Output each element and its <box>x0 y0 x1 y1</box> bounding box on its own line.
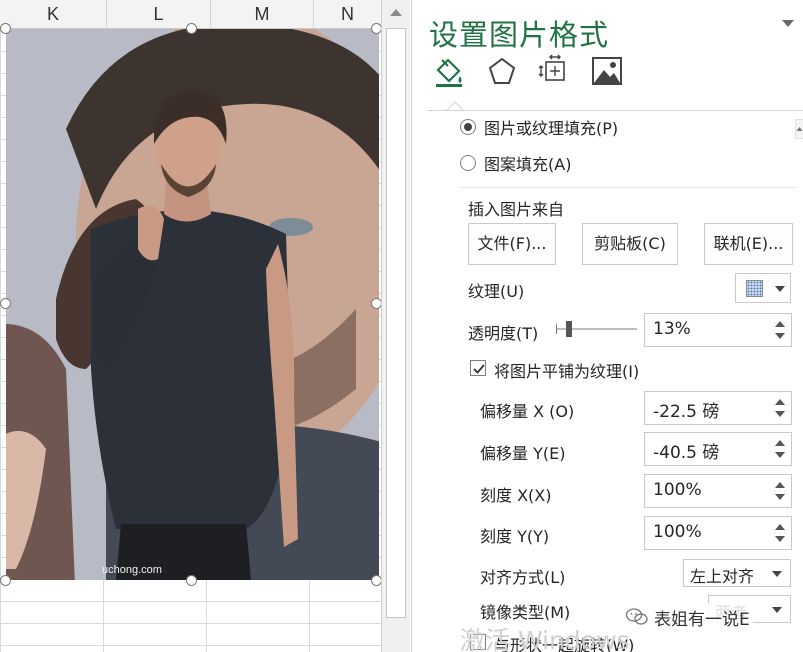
offset-y-label: 偏移量 Y(E) <box>480 444 566 463</box>
image-source-caption: uchong.com <box>102 564 162 576</box>
insert-picture-from-label: 插入图片来自 <box>468 200 565 219</box>
picture-icon[interactable] <box>590 54 624 88</box>
offset-x-spinner[interactable]: -22.5 磅 <box>644 391 792 425</box>
mirror-type-label: 镜像类型(M) <box>480 603 571 622</box>
excel-window: K L M N uchong.com 设置图片格式 图片或纹理填充(P) 图案填… <box>0 0 803 652</box>
alignment-select[interactable]: 左上对齐 <box>683 559 791 587</box>
alignment-label: 对齐方式(L) <box>480 568 566 587</box>
picture-texture-fill-label: 图片或纹理填充(P) <box>484 119 619 138</box>
worksheet: K L M N uchong.com <box>0 0 381 652</box>
offset-x-value[interactable]: -22.5 磅 <box>653 397 719 422</box>
column-header-m[interactable]: M <box>211 0 314 29</box>
tab-divider <box>427 110 803 111</box>
offset-x-label: 偏移量 X (O) <box>480 402 575 421</box>
spin-up-icon[interactable] <box>775 399 785 405</box>
pattern-fill-option[interactable]: 图案填充(A) <box>460 151 571 175</box>
resize-handle-top-right[interactable] <box>371 23 381 34</box>
texture-label: 纹理(U) <box>468 282 525 301</box>
transparency-slider-handle[interactable] <box>566 321 572 337</box>
pane-title: 设置图片格式 <box>429 18 610 52</box>
scale-y-value[interactable]: 100% <box>653 522 702 542</box>
clipboard-button[interactable]: 剪贴板(C) <box>582 223 678 265</box>
resize-handle-top-left[interactable] <box>0 23 11 34</box>
spin-up-icon[interactable] <box>775 440 785 446</box>
transparency-value[interactable]: 13% <box>653 319 691 339</box>
resize-handle-bottom-left[interactable] <box>0 575 11 586</box>
section-divider <box>460 187 796 188</box>
online-button[interactable]: 联机(E)... <box>704 223 793 265</box>
spin-down-icon[interactable] <box>775 494 785 500</box>
checkmark-icon <box>473 364 485 374</box>
texture-picker-button[interactable] <box>735 273 791 303</box>
scale-x-value[interactable]: 100% <box>653 480 702 500</box>
scale-x-spinner[interactable]: 100% <box>644 474 792 508</box>
size-properties-icon[interactable] <box>538 54 572 88</box>
resize-handle-right[interactable] <box>371 298 381 309</box>
file-button[interactable]: 文件(F)... <box>468 223 556 265</box>
effects-pentagon-icon[interactable] <box>485 54 519 88</box>
spin-down-icon[interactable] <box>775 452 785 458</box>
radio-selected[interactable] <box>460 119 476 135</box>
brand-text: 表姐有一说E <box>654 609 750 630</box>
pattern-fill-label: 图案填充(A) <box>484 155 572 174</box>
resize-handle-top[interactable] <box>186 23 197 34</box>
scale-y-spinner[interactable]: 100% <box>644 516 792 550</box>
column-header-k[interactable]: K <box>0 0 107 29</box>
texture-swatch-icon <box>746 280 763 297</box>
resize-handle-bottom-right[interactable] <box>371 575 381 586</box>
sheet-vertical-scrollbar[interactable] <box>381 0 410 652</box>
chat-bubble-icon <box>626 608 648 625</box>
picture-texture-fill-option[interactable]: 图片或纹理填充(P) <box>460 115 618 139</box>
chevron-down-icon <box>775 286 785 292</box>
scrollbar-thumb[interactable] <box>386 28 406 618</box>
offset-y-spinner[interactable]: -40.5 磅 <box>644 432 792 466</box>
radio-unselected[interactable] <box>460 155 476 171</box>
pane-scroll-up-icon[interactable] <box>794 118 803 140</box>
fill-line-icon[interactable] <box>432 54 466 88</box>
resize-handle-bottom[interactable] <box>186 575 197 586</box>
pane-options-dropdown-icon[interactable] <box>782 20 794 27</box>
scroll-up-arrow-icon[interactable] <box>390 9 402 16</box>
spin-down-icon[interactable] <box>775 536 785 542</box>
scale-x-label: 刻度 X(X) <box>480 486 552 505</box>
offset-y-value[interactable]: -40.5 磅 <box>653 438 719 463</box>
inserted-picture[interactable]: uchong.com <box>6 29 379 580</box>
spin-up-icon[interactable] <box>775 321 785 327</box>
transparency-spinner[interactable]: 13% <box>644 313 792 347</box>
chevron-down-icon <box>772 571 782 577</box>
tile-as-texture-checkbox[interactable] <box>470 360 486 376</box>
scale-y-label: 刻度 Y(Y) <box>480 527 550 546</box>
transparency-label: 透明度(T) <box>468 324 539 343</box>
resize-handle-left[interactable] <box>0 298 11 309</box>
activate-windows-watermark: 激活 Windows <box>460 626 630 652</box>
format-picture-pane: 设置图片格式 图片或纹理填充(P) 图案填充(A) 插入图片来自 文件(F)..… <box>411 0 803 652</box>
spin-up-icon[interactable] <box>775 482 785 488</box>
chevron-down-icon <box>772 607 782 613</box>
spin-down-icon[interactable] <box>775 333 785 339</box>
spin-up-icon[interactable] <box>775 524 785 530</box>
alignment-value: 左上对齐 <box>690 567 755 586</box>
person-figure <box>56 89 298 580</box>
spin-down-icon[interactable] <box>775 411 785 417</box>
tile-as-texture-label: 将图片平铺为纹理(I) <box>494 362 640 381</box>
brand-watermark: 表姐有一说E <box>623 603 753 631</box>
